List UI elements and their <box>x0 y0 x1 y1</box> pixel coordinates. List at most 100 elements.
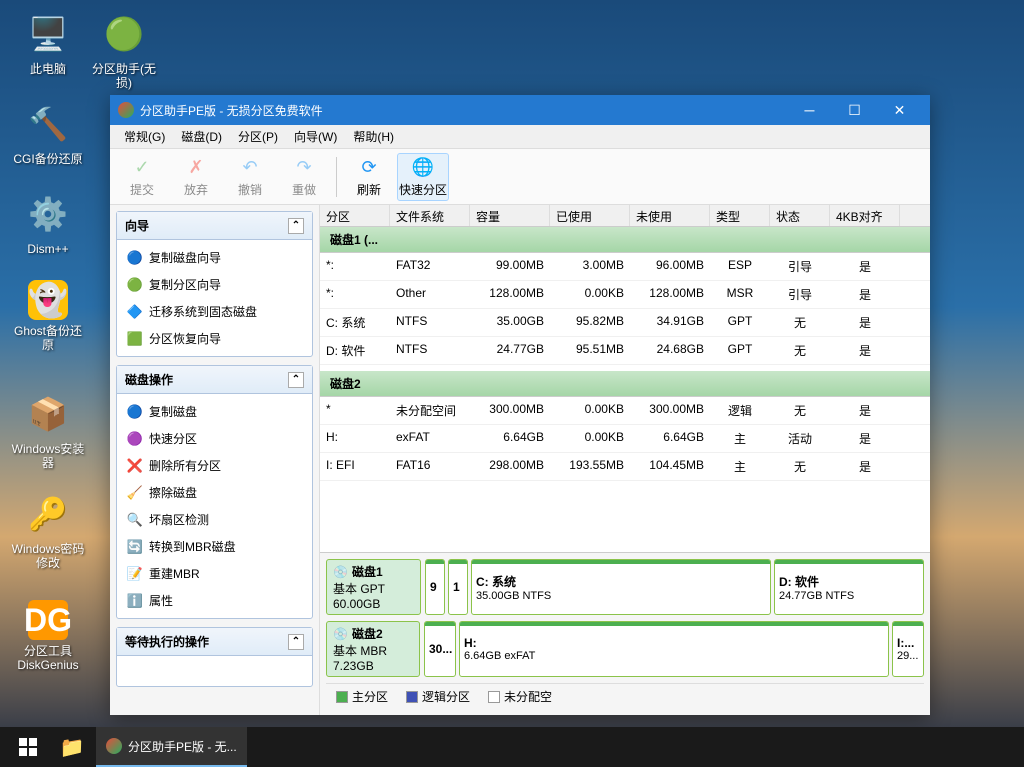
check-icon: ✓ <box>130 155 154 179</box>
ghost-icon: 👻 <box>28 280 68 320</box>
desktop-icon-partition-assistant[interactable]: 🟢分区助手(无损) <box>86 10 162 90</box>
item-icon: 🧹 <box>127 485 143 501</box>
disk2-viz-row[interactable]: 💿磁盘2基本 MBR7.23GB 30...H:6.64GB exFATI:..… <box>326 621 924 677</box>
item-icon: 🔷 <box>127 304 143 320</box>
disk-icon: 💿 <box>333 627 348 641</box>
pc-icon: 🖥️ <box>24 10 72 58</box>
partition-row[interactable]: *未分配空间300.00MB0.00KB300.00MB逻辑无是 <box>320 397 930 425</box>
partition-row[interactable]: H:exFAT6.64GB0.00KB6.64GB主活动是 <box>320 425 930 453</box>
partition-block[interactable]: 1 <box>448 559 468 615</box>
disk-visualization: 💿磁盘1基本 GPT60.00GB 91C: 系统35.00GB NTFSD: … <box>320 552 930 715</box>
wizard-item-1[interactable]: 🟢复制分区向导 <box>121 271 308 298</box>
partition-row[interactable]: *:Other128.00MB0.00KB128.00MBMSR引导是 <box>320 281 930 309</box>
redo-button: ↷重做 <box>278 153 330 201</box>
diskop-item-6[interactable]: 📝重建MBR <box>121 560 308 587</box>
titlebar[interactable]: 分区助手PE版 - 无损分区免费软件 ─ ☐ ✕ <box>110 95 930 125</box>
legend-item: 逻辑分区 <box>406 688 470 705</box>
app-icon <box>106 738 122 754</box>
diskop-item-7[interactable]: ℹ️属性 <box>121 587 308 614</box>
menu-wizard[interactable]: 向导(W) <box>286 125 345 148</box>
diskop-item-5[interactable]: 🔄转换到MBR磁盘 <box>121 533 308 560</box>
partition-row[interactable]: I: EFIFAT16298.00MB193.55MB104.45MB主无是 <box>320 453 930 481</box>
legend-item: 主分区 <box>336 688 388 705</box>
collapse-icon[interactable]: ⌃ <box>288 218 304 234</box>
refresh-icon: ⟳ <box>357 155 381 179</box>
disk1-viz-row[interactable]: 💿磁盘1基本 GPT60.00GB 91C: 系统35.00GB NTFSD: … <box>326 559 924 615</box>
collapse-icon[interactable]: ⌃ <box>288 372 304 388</box>
explorer-button[interactable]: 📁 <box>52 727 92 767</box>
partition-block[interactable]: H:6.64GB exFAT <box>459 621 889 677</box>
start-button[interactable] <box>4 727 52 767</box>
gear-icon: ⚙️ <box>24 190 72 238</box>
partition-block[interactable]: 30... <box>424 621 456 677</box>
windows-logo-icon <box>19 738 37 756</box>
taskbar: 📁 分区助手PE版 - 无... <box>0 727 1024 767</box>
globe-icon: 🌐 <box>411 155 435 179</box>
disk1-group-header[interactable]: 磁盘1 (... <box>320 227 930 253</box>
col-header[interactable]: 4KB对齐 <box>830 205 900 226</box>
wizard-item-2[interactable]: 🔷迁移系统到固态磁盘 <box>121 298 308 325</box>
app-logo-icon <box>118 102 134 118</box>
col-header[interactable]: 未使用 <box>630 205 710 226</box>
desktop-icon-diskgenius[interactable]: DG分区工具DiskGenius <box>10 600 86 672</box>
partition-block[interactable]: D: 软件24.77GB NTFS <box>774 559 924 615</box>
partition-row[interactable]: C: 系统NTFS35.00GB95.82MB34.91GBGPT无是 <box>320 309 930 337</box>
collapse-icon[interactable]: ⌃ <box>288 634 304 650</box>
diskops-panel-header[interactable]: 磁盘操作⌃ <box>117 366 312 394</box>
diskop-item-1[interactable]: 🟣快速分区 <box>121 425 308 452</box>
legend-item: 未分配空 <box>488 688 552 705</box>
partition-row[interactable]: *:FAT3299.00MB3.00MB96.00MBESP引导是 <box>320 253 930 281</box>
partition-row[interactable]: D: 软件NTFS24.77GB95.51MB24.68GBGPT无是 <box>320 337 930 365</box>
disk2-group-header[interactable]: 磁盘2 <box>320 371 930 397</box>
disk-icon: DG <box>28 600 68 640</box>
wizard-panel: 向导⌃ 🔵复制磁盘向导🟢复制分区向导🔷迁移系统到固态磁盘🟩分区恢复向导 <box>116 211 313 357</box>
close-button[interactable]: ✕ <box>877 95 922 125</box>
diskop-item-3[interactable]: 🧹擦除磁盘 <box>121 479 308 506</box>
menu-partition[interactable]: 分区(P) <box>230 125 286 148</box>
col-header[interactable]: 类型 <box>710 205 770 226</box>
col-header[interactable]: 容量 <box>470 205 550 226</box>
legend-swatch <box>336 691 348 703</box>
wizard-panel-header[interactable]: 向导⌃ <box>117 212 312 240</box>
disk1-info[interactable]: 💿磁盘1基本 GPT60.00GB <box>326 559 421 615</box>
desktop-icon-winpasswd[interactable]: 🔑Windows密码修改 <box>10 490 86 570</box>
item-icon: 🔄 <box>127 539 143 555</box>
partition-block[interactable]: C: 系统35.00GB NTFS <box>471 559 771 615</box>
pending-panel-header[interactable]: 等待执行的操作⌃ <box>117 628 312 656</box>
disk2-info[interactable]: 💿磁盘2基本 MBR7.23GB <box>326 621 420 677</box>
diskop-item-2[interactable]: ❌删除所有分区 <box>121 452 308 479</box>
diskop-item-4[interactable]: 🔍坏扇区检测 <box>121 506 308 533</box>
col-header[interactable]: 状态 <box>770 205 830 226</box>
quick-partition-button[interactable]: 🌐快速分区 <box>397 153 449 201</box>
item-icon: 🔍 <box>127 512 143 528</box>
refresh-button[interactable]: ⟳刷新 <box>343 153 395 201</box>
partition-block[interactable]: 9 <box>425 559 445 615</box>
desktop-icon-wininstall[interactable]: 📦Windows安装器 <box>10 390 86 470</box>
discard-button: ✗放弃 <box>170 153 222 201</box>
item-icon: ℹ️ <box>127 593 143 609</box>
col-header[interactable]: 已使用 <box>550 205 630 226</box>
menu-general[interactable]: 常规(G) <box>116 125 173 148</box>
partition-grid: 磁盘1 (... *:FAT3299.00MB3.00MB96.00MBESP引… <box>320 227 930 552</box>
taskbar-app[interactable]: 分区助手PE版 - 无... <box>96 727 247 767</box>
desktop-icon-dism[interactable]: ⚙️Dism++ <box>10 190 86 256</box>
item-icon: ❌ <box>127 458 143 474</box>
desktop-icon-ghost[interactable]: 👻Ghost备份还原 <box>10 280 86 352</box>
maximize-button[interactable]: ☐ <box>832 95 877 125</box>
minimize-button[interactable]: ─ <box>787 95 832 125</box>
col-header[interactable]: 分区 <box>320 205 390 226</box>
desktop-icon-cgi[interactable]: 🔨CGI备份还原 <box>10 100 86 166</box>
grid-header: 分区文件系统容量已使用未使用类型状态4KB对齐 <box>320 205 930 227</box>
desktop-icon-this-pc[interactable]: 🖥️此电脑 <box>10 10 86 76</box>
legend-swatch <box>488 691 500 703</box>
partition-block[interactable]: I:...29... <box>892 621 924 677</box>
col-header[interactable]: 文件系统 <box>390 205 470 226</box>
main-area: 分区文件系统容量已使用未使用类型状态4KB对齐 磁盘1 (... *:FAT32… <box>320 205 930 715</box>
menu-disk[interactable]: 磁盘(D) <box>173 125 230 148</box>
menu-help[interactable]: 帮助(H) <box>345 125 402 148</box>
app-icon: 🟢 <box>100 10 148 58</box>
wizard-item-0[interactable]: 🔵复制磁盘向导 <box>121 244 308 271</box>
disk-icon: 💿 <box>333 565 348 579</box>
diskop-item-0[interactable]: 🔵复制磁盘 <box>121 398 308 425</box>
wizard-item-3[interactable]: 🟩分区恢复向导 <box>121 325 308 352</box>
